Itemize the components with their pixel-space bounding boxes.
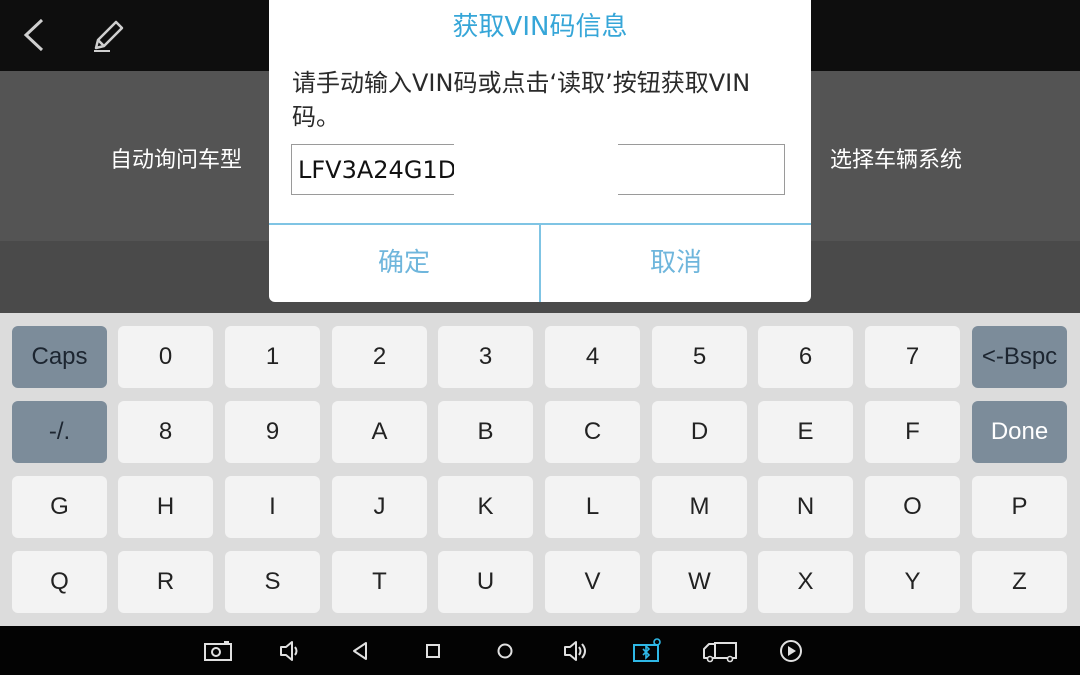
select-vehicle-system-option[interactable]: 选择车辆系统 xyxy=(830,142,962,174)
key-9[interactable]: 9 xyxy=(225,401,320,463)
key-5[interactable]: 5 xyxy=(652,326,747,388)
key-caps[interactable]: Caps xyxy=(12,326,107,388)
key-a[interactable]: A xyxy=(332,401,427,463)
screen: 自动询问车型 选择车辆系统 获取VIN码信息 请手动输入VIN码或点击‘读取’按… xyxy=(0,0,1080,675)
cancel-button[interactable]: 取消 xyxy=(541,225,811,302)
key-c[interactable]: C xyxy=(545,401,640,463)
key-m[interactable]: M xyxy=(652,476,747,538)
key-o[interactable]: O xyxy=(865,476,960,538)
vin-dialog: 获取VIN码信息 请手动输入VIN码或点击‘读取’按钮获取VIN码。 LFV3A… xyxy=(269,0,811,302)
key-g[interactable]: G xyxy=(12,476,107,538)
key-q[interactable]: Q xyxy=(12,551,107,613)
key-i[interactable]: I xyxy=(225,476,320,538)
soft-keyboard: Caps 0 1 2 3 4 5 6 7 <-Bspc -/. 8 9 A B … xyxy=(0,313,1080,626)
key-done[interactable]: Done xyxy=(972,401,1067,463)
key-t[interactable]: T xyxy=(332,551,427,613)
key-backspace[interactable]: <-Bspc xyxy=(972,326,1067,388)
key-r[interactable]: R xyxy=(118,551,213,613)
vin-input-value: LFV3A24G1D xyxy=(298,156,454,184)
key-j[interactable]: J xyxy=(332,476,427,538)
play-icon[interactable] xyxy=(776,638,806,664)
screenshot-icon[interactable] xyxy=(203,638,233,664)
key-n[interactable]: N xyxy=(758,476,853,538)
key-k[interactable]: K xyxy=(438,476,533,538)
home-icon[interactable] xyxy=(490,638,520,664)
volume-down-icon[interactable] xyxy=(275,638,305,664)
key-y[interactable]: Y xyxy=(865,551,960,613)
auto-vehicle-query-option[interactable]: 自动询问车型 xyxy=(110,142,242,174)
key-z[interactable]: Z xyxy=(972,551,1067,613)
recent-apps-icon[interactable] xyxy=(418,638,448,664)
key-0[interactable]: 0 xyxy=(118,326,213,388)
input-border-gap-bottom xyxy=(454,191,618,199)
key-h[interactable]: H xyxy=(118,476,213,538)
key-8[interactable]: 8 xyxy=(118,401,213,463)
key-2[interactable]: 2 xyxy=(332,326,427,388)
truck-icon[interactable] xyxy=(702,638,738,664)
system-nav-bar xyxy=(0,626,1080,675)
back-arrow-icon[interactable] xyxy=(16,14,52,56)
key-u[interactable]: U xyxy=(438,551,533,613)
key-symbols[interactable]: -/. xyxy=(12,401,107,463)
key-3[interactable]: 3 xyxy=(438,326,533,388)
key-e[interactable]: E xyxy=(758,401,853,463)
key-v[interactable]: V xyxy=(545,551,640,613)
key-w[interactable]: W xyxy=(652,551,747,613)
dialog-title: 获取VIN码信息 xyxy=(452,12,628,42)
key-6[interactable]: 6 xyxy=(758,326,853,388)
volume-up-icon[interactable] xyxy=(561,638,591,664)
key-p[interactable]: P xyxy=(972,476,1067,538)
input-border-gap xyxy=(454,143,618,151)
key-l[interactable]: L xyxy=(545,476,640,538)
key-f[interactable]: F xyxy=(865,401,960,463)
key-1[interactable]: 1 xyxy=(225,326,320,388)
pencil-icon[interactable] xyxy=(88,14,130,56)
dialog-message: 请手动输入VIN码或点击‘读取’按钮获取VIN码。 xyxy=(292,69,751,131)
key-4[interactable]: 4 xyxy=(545,326,640,388)
vci-connection-icon[interactable] xyxy=(632,638,662,664)
key-7[interactable]: 7 xyxy=(865,326,960,388)
key-x[interactable]: X xyxy=(758,551,853,613)
key-s[interactable]: S xyxy=(225,551,320,613)
key-b[interactable]: B xyxy=(438,401,533,463)
vin-input[interactable]: LFV3A24G1D xyxy=(291,143,785,199)
back-icon[interactable] xyxy=(346,638,376,664)
confirm-button[interactable]: 确定 xyxy=(269,225,539,302)
key-d[interactable]: D xyxy=(652,401,747,463)
